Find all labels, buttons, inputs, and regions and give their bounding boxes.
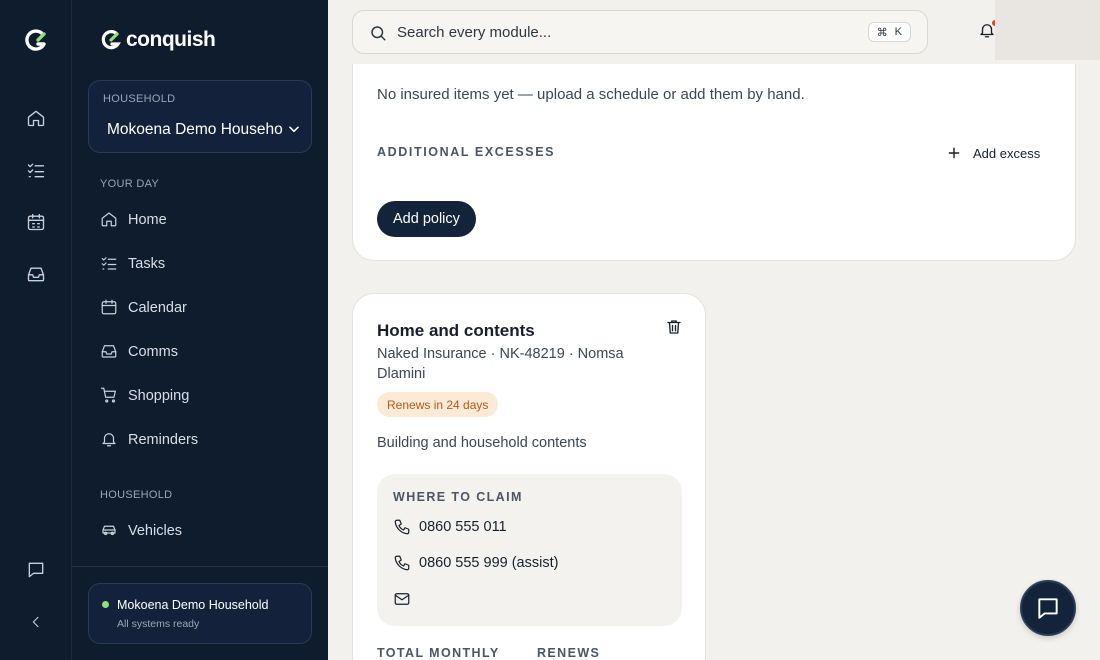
shortcut-modifier: ⌘ [876,26,888,39]
sidebar-item-label: Tasks [128,256,166,272]
top-bar: Search every module... ⌘ K [328,0,1100,64]
policy-title: Home and contents [377,321,535,340]
sidebar-item-reminders[interactable]: Reminders [88,421,312,457]
where-to-claim-label: WHERE TO CLAIM [393,490,523,504]
inbox-icon [100,342,118,360]
inbox-icon[interactable] [24,262,48,286]
sidebar-item-label: Reminders [128,432,199,448]
additional-excesses-label: ADDITIONAL EXCESSES [377,145,556,159]
cart-icon [100,386,118,404]
policy-meta: Naked Insurance · NK-48219 · Nomsa Dlami… [377,346,624,382]
household-status-card[interactable]: Mokoena Demo Household All systems ready [88,583,312,644]
sidebar-divider [72,566,328,567]
account-menu[interactable] [995,0,1100,60]
sidebar-item-label: Home [128,212,167,228]
brand-name: conquish [126,28,216,51]
tasks-icon[interactable] [24,158,48,182]
sidebar-item-comms[interactable]: Comms [88,333,312,369]
home-icon[interactable] [24,106,48,130]
household-select-value: Mokoena Demo Household [107,121,283,138]
search-shortcut: ⌘ K [867,22,911,42]
chat-icon[interactable] [24,558,48,582]
phone-icon [394,555,410,571]
collapse-sidebar-icon[interactable] [24,610,48,634]
sidebar-item-home[interactable]: Home [88,201,312,237]
renewal-badge: Renews in 24 days [377,392,499,417]
policy-card[interactable]: Home and contents Naked Insurance · NK-4… [352,293,706,660]
home-icon [100,210,118,228]
tasks-icon [100,254,118,272]
renews-label: RENEWS [537,646,601,660]
claim-phone-primary-text: 0860 555 011 [419,519,507,535]
status-subtitle: All systems ready [117,618,200,630]
plus-icon [948,147,960,159]
section-label-household: HOUSEHOLD [100,489,173,501]
brand-mark-icon [101,30,121,50]
trash-icon[interactable] [665,318,683,341]
total-monthly-label: TOTAL MONTHLY [377,646,500,660]
sidebar-item-shopping[interactable]: Shopping [88,377,312,413]
add-policy-button[interactable]: Add policy [377,201,476,237]
mail-icon [394,593,410,605]
add-excess-button[interactable]: Add excess [947,142,1040,164]
household-select-label: HOUSEHOLD [103,93,176,105]
search-input[interactable]: Search every module... ⌘ K [352,10,928,54]
claim-phone-assist[interactable]: 0860 555 999 (assist) [393,553,558,573]
brand-logo[interactable]: conquish [98,28,216,52]
search-icon [369,24,387,47]
claim-email[interactable] [393,589,411,609]
add-excess-label: Add excess [973,145,1041,161]
shortcut-key: K [894,26,902,38]
sidebar-item-vehicles[interactable]: Vehicles [88,512,312,548]
car-icon [100,521,118,539]
sidebar: conquish HOUSEHOLD Mokoena Demo Househol… [72,0,328,660]
where-to-claim-box: WHERE TO CLAIM 0860 555 011 0860 555 999… [377,474,682,626]
chevron-down-icon [287,122,301,141]
status-household-name: Mokoena Demo Household [117,598,269,612]
bell-icon [100,430,118,448]
insured-items-empty-text: No insured items yet — upload a schedule… [377,86,805,103]
icon-rail [0,0,72,660]
sidebar-item-label: Comms [128,344,178,360]
claim-phone-primary[interactable]: 0860 555 011 [393,517,507,537]
sidebar-item-calendar[interactable]: Calendar [88,289,312,325]
status-dot [102,601,109,608]
section-label-your-day: YOUR DAY [100,178,160,190]
calendar-icon[interactable] [24,210,48,234]
policy-description: Building and household contents [377,435,587,451]
calendar-icon [100,298,118,316]
sidebar-item-tasks[interactable]: Tasks [88,245,312,281]
sidebar-item-label: Calendar [128,300,187,316]
phone-icon [394,519,410,535]
chat-bubble-icon [1038,598,1058,619]
search-placeholder: Search every module... [397,24,552,41]
sidebar-item-label: Shopping [128,388,190,404]
household-select[interactable]: HOUSEHOLD Mokoena Demo Household [88,80,312,153]
sidebar-item-label: Vehicles [128,523,183,539]
claim-phone-assist-text: 0860 555 999 (assist) [419,555,559,571]
conquish-logo-icon[interactable] [24,29,48,53]
chat-launcher-button[interactable] [1020,580,1076,636]
